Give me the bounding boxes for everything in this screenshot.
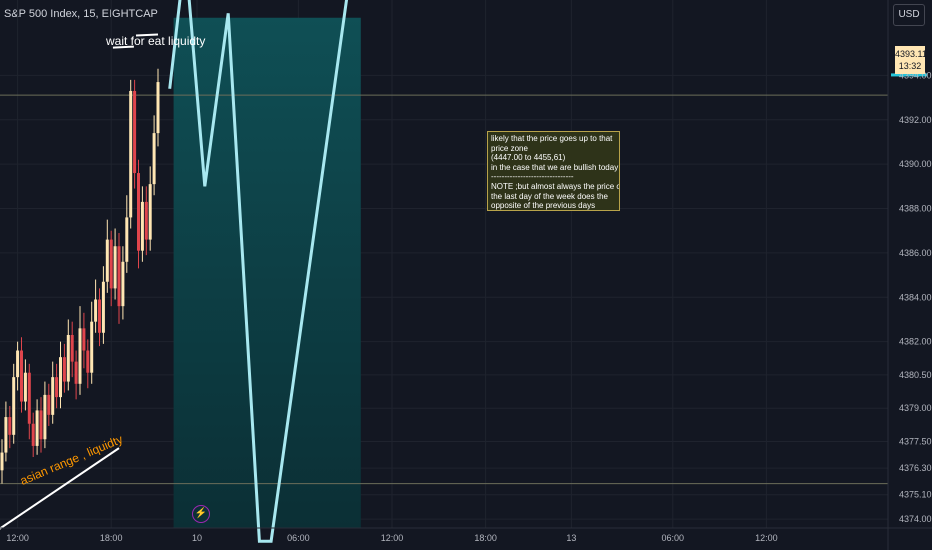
- y-tick-label: 4392.00: [899, 115, 932, 125]
- candle-body: [117, 246, 121, 307]
- x-tick-label: 13: [566, 533, 576, 543]
- candle-body: [35, 410, 39, 446]
- x-tick-label: 10: [192, 533, 202, 543]
- note-line: price zone: [491, 143, 528, 153]
- candle-body: [113, 246, 117, 289]
- candle-body: [94, 299, 98, 322]
- note-line: (4447.00 to 4455,61): [491, 153, 566, 163]
- y-tick-label: 4376.30: [899, 463, 932, 473]
- candle-body: [129, 90, 133, 218]
- candle-body: [12, 377, 16, 435]
- bar-countdown: 13:32: [898, 61, 922, 71]
- candle-body: [86, 350, 90, 373]
- current-price-label: 4393.11 13:32: [895, 46, 927, 74]
- candle-body: [109, 239, 113, 289]
- y-tick-label: 4382.00: [899, 337, 932, 347]
- note-line: the last day of the week does the: [491, 191, 608, 201]
- candle-body: [16, 350, 20, 378]
- y-tick-label: 4375.10: [899, 490, 932, 500]
- candle-body: [152, 133, 156, 185]
- axes: 4374.00 4375.10 4376.30 4377.50 4379.00 4380.…: [0, 0, 932, 550]
- candle-body: [70, 334, 74, 362]
- x-tick-label: 12:00: [755, 533, 778, 543]
- candle-body: [55, 377, 59, 398]
- candle-body: [137, 173, 140, 251]
- y-tick-label: 4390.00: [899, 159, 932, 169]
- current-price: 4393.11: [895, 49, 927, 59]
- candle-body: [27, 372, 31, 424]
- candle-body: [156, 82, 160, 134]
- note-line: -------------------------------: [491, 172, 574, 182]
- candle-body: [133, 90, 137, 174]
- x-tick-label: 18:00: [100, 533, 123, 543]
- candle-body: [43, 394, 47, 440]
- candle-body: [101, 281, 105, 333]
- grid: [0, 0, 888, 528]
- note-line: likely that the price goes up to that: [491, 134, 613, 143]
- candle-body: [0, 452, 4, 471]
- candle-body: [66, 334, 70, 382]
- x-tick-label: 12:00: [381, 533, 404, 543]
- candle-body: [20, 350, 23, 402]
- candle-body: [98, 299, 101, 333]
- note-line: NOTE ;but almost always the price on: [491, 181, 620, 191]
- candle-body: [51, 377, 55, 415]
- candle-body: [23, 372, 27, 402]
- candle-body: [39, 410, 43, 440]
- y-tick-label: 4380.50: [899, 370, 932, 380]
- candle-body: [4, 417, 8, 453]
- candle-body: [105, 239, 109, 282]
- candle-body: [90, 321, 94, 373]
- y-tick-label: 4384.00: [899, 292, 932, 302]
- candle-body: [74, 361, 78, 384]
- candle-body: [140, 201, 144, 251]
- x-tick-label: 06:00: [287, 533, 310, 543]
- y-tick-label: 4386.00: [899, 248, 932, 258]
- wait-annotation[interactable]: wait for eat liquidty: [106, 34, 205, 48]
- candle-body: [47, 394, 51, 415]
- note-line: in the case that we are bullish today: [491, 162, 619, 172]
- candle-body: [82, 328, 86, 351]
- x-tick-label: 06:00: [662, 533, 685, 543]
- candle-body: [125, 217, 129, 262]
- candle-body: [8, 417, 12, 435]
- candle-body: [148, 184, 152, 240]
- note-line: opposite of the previous days: [491, 201, 596, 211]
- candle-body: [144, 201, 148, 240]
- candle-body: [62, 357, 66, 382]
- y-tick-label: 4379.00: [899, 403, 932, 413]
- x-tick-label: 18:00: [474, 533, 497, 543]
- lightning-icon[interactable]: ⚡: [192, 505, 210, 523]
- x-tick-label: 12:00: [6, 533, 29, 543]
- candle-body: [31, 423, 35, 446]
- y-tick-label: 4374.00: [899, 514, 932, 524]
- y-tick-label: 4388.00: [899, 204, 932, 214]
- candle-body: [121, 261, 125, 307]
- candles: [0, 68, 160, 484]
- y-tick-label: 4377.50: [899, 436, 932, 446]
- candle-body: [59, 357, 62, 398]
- note-box[interactable]: likely that the price goes up to that pr…: [487, 131, 620, 211]
- chart-canvas[interactable]: 4374.00 4375.10 4376.30 4377.50 4379.00 4380.…: [0, 0, 932, 550]
- candle-body: [78, 328, 82, 384]
